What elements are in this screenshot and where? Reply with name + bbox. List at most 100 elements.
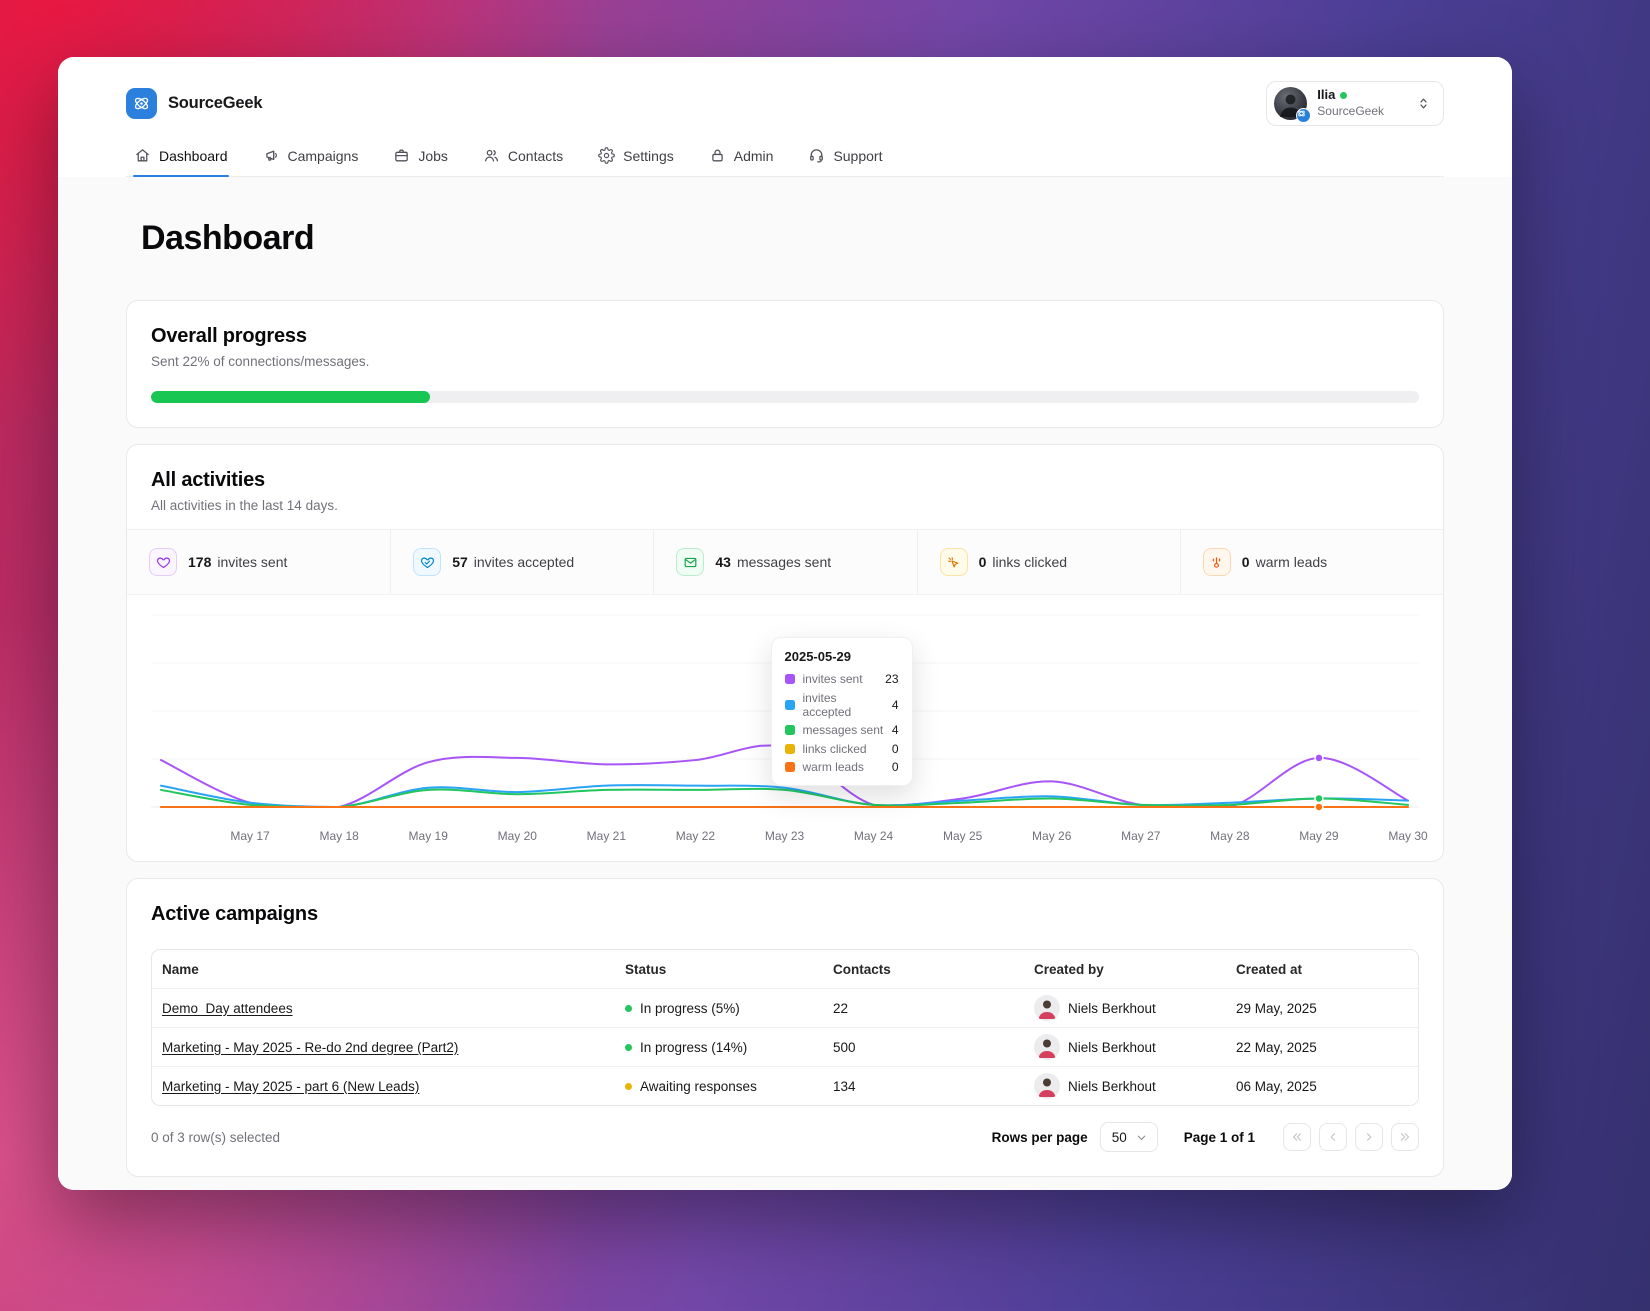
nav-item-campaigns[interactable]: Campaigns [262, 139, 360, 176]
account-name: Ilia [1317, 87, 1336, 103]
chevron-right-icon [1366, 1133, 1372, 1141]
briefcase-icon [395, 149, 409, 162]
table-row[interactable]: Demo_Day attendees In progress (5%) 22 N… [152, 988, 1418, 1027]
last-page-button[interactable] [1391, 1123, 1419, 1151]
invite-accepted-heart-icon [413, 548, 442, 576]
active-campaigns-title: Active campaigns [151, 903, 318, 925]
x-axis-tick: May 26 [1032, 829, 1072, 843]
nav-item-admin[interactable]: Admin [708, 139, 775, 176]
account-switcher[interactable]: Ilia SourceGeek [1266, 80, 1444, 126]
created-at-cell: 22 May, 2025 [1236, 1039, 1317, 1055]
overall-progress-subtitle: Sent 22% of connections/messages. [151, 354, 370, 369]
stat-invites-accepted: 57 invites accepted [390, 530, 653, 594]
tooltip-row: invites sent 23 [784, 672, 899, 686]
x-axis-tick: May 27 [1121, 829, 1161, 843]
status-cell: In progress (5%) [615, 1001, 823, 1016]
main-nav: Dashboard Campaigns Jobs Contacts Settin… [126, 139, 1444, 177]
brand-logo-icon [126, 87, 157, 119]
nav-item-support[interactable]: Support [807, 139, 883, 176]
campaign-link[interactable]: Demo_Day attendees [162, 1001, 293, 1016]
nav-item-dashboard[interactable]: Dashboard [133, 139, 229, 177]
x-axis-tick: May 24 [853, 829, 894, 843]
nav-item-settings[interactable]: Settings [597, 139, 675, 176]
temperature-icon [1202, 548, 1231, 576]
column-header-name: Name [162, 961, 199, 977]
tooltip-row: warm leads 0 [784, 760, 899, 774]
user-avatar [1034, 1073, 1060, 1099]
invite-heart-icon [149, 548, 177, 576]
chevron-up-down-icon [1416, 96, 1431, 111]
created-by-cell: Niels Berkhout [1024, 1034, 1226, 1060]
tooltip-row: links clicked 0 [784, 742, 899, 756]
online-status-dot [1340, 92, 1348, 99]
hover-marker-messages-sent [1314, 793, 1324, 804]
headset-icon [810, 149, 824, 163]
first-page-button[interactable] [1283, 1123, 1311, 1151]
next-page-button[interactable] [1355, 1123, 1383, 1151]
prev-page-button[interactable] [1319, 1123, 1347, 1151]
chevron-down-icon [1137, 1135, 1146, 1140]
users-icon [484, 149, 498, 162]
x-axis-tick: May 17 [230, 829, 270, 843]
x-axis-tick: May 23 [764, 829, 805, 843]
tooltip-row: invites accepted 4 [784, 691, 899, 719]
home-icon [136, 149, 149, 162]
campaign-link[interactable]: Marketing - May 2025 - Re-do 2nd degree … [162, 1040, 458, 1055]
gear-icon [598, 147, 615, 164]
column-header-status: Status [625, 961, 667, 977]
overall-progress-title: Overall progress [151, 325, 307, 347]
x-axis-tick: May 30 [1388, 829, 1428, 843]
page-title: Dashboard [141, 219, 315, 257]
app-header: SourceGeek Ilia SourceGeek Dashboard Cam… [58, 57, 1512, 177]
status-dot [625, 1004, 632, 1012]
selection-summary: 0 of 3 row(s) selected [151, 1129, 281, 1145]
progress-bar-track [151, 391, 1419, 403]
table-row[interactable]: Marketing - May 2025 - Re-do 2nd degree … [152, 1027, 1418, 1066]
hover-marker-warm-leads [1314, 802, 1324, 812]
activities-chart: May 17 May 18 May 19 May 20 May 21 May 22 May … [127, 595, 1443, 861]
contacts-cell: 22 [833, 1000, 849, 1016]
user-avatar [1034, 1034, 1060, 1060]
active-campaigns-card: Active campaigns Name Status Contacts Cr… [126, 878, 1444, 1177]
rows-per-page-select[interactable]: 50 [1099, 1122, 1158, 1152]
created-at-cell: 06 May, 2025 [1236, 1078, 1317, 1094]
x-axis-tick: May 19 [408, 829, 448, 843]
chevrons-right-icon [1400, 1133, 1410, 1141]
contacts-cell: 500 [833, 1039, 856, 1055]
created-by-cell: Niels Berkhout [1024, 995, 1226, 1021]
account-avatar [1274, 86, 1312, 123]
brand: SourceGeek [126, 87, 263, 119]
nav-item-jobs[interactable]: Jobs [392, 139, 449, 176]
nav-item-contacts[interactable]: Contacts [482, 139, 564, 176]
table-footer: 0 of 3 row(s) selected Rows per page 50 … [151, 1122, 1419, 1152]
account-org: SourceGeek [1317, 103, 1384, 118]
status-dot [625, 1082, 632, 1090]
x-axis-tick: May 18 [319, 829, 359, 843]
overall-progress-card: Overall progress Sent 22% of connections… [126, 300, 1444, 428]
column-header-created-by: Created by [1034, 961, 1104, 977]
campaign-link[interactable]: Marketing - May 2025 - part 6 (New Leads… [162, 1079, 419, 1094]
x-axis-tick: May 28 [1210, 829, 1250, 843]
account-org-badge-icon [1296, 107, 1312, 123]
chevron-left-icon [1330, 1133, 1336, 1141]
contacts-cell: 134 [833, 1078, 856, 1094]
chart-tooltip: 2025-05-29 invites sent 23 invites accept… [770, 637, 913, 786]
campaigns-table: Name Status Contacts Created by Created … [151, 949, 1419, 1106]
megaphone-icon [265, 150, 277, 161]
stat-invites-sent: 178 invites sent [127, 530, 390, 594]
page-content: Dashboard Overall progress Sent 22% of c… [58, 177, 1512, 1190]
hover-marker-invites-sent [1314, 753, 1324, 763]
x-axis-tick: May 25 [942, 829, 983, 843]
x-axis-tick: May 21 [586, 829, 627, 843]
rows-per-page-label: Rows per page [991, 1129, 1088, 1145]
tooltip-date: 2025-05-29 [784, 649, 852, 664]
page-info: Page 1 of 1 [1183, 1129, 1255, 1145]
status-cell: Awaiting responses [615, 1079, 823, 1094]
column-header-created-at: Created at [1236, 961, 1303, 977]
chevrons-left-icon [1292, 1133, 1302, 1141]
stat-warm-leads: 0 warm leads [1179, 530, 1443, 594]
user-avatar [1034, 995, 1060, 1021]
created-by-cell: Niels Berkhout [1024, 1073, 1226, 1099]
column-header-contacts: Contacts [833, 961, 891, 977]
table-row[interactable]: Marketing - May 2025 - part 6 (New Leads… [152, 1066, 1418, 1105]
